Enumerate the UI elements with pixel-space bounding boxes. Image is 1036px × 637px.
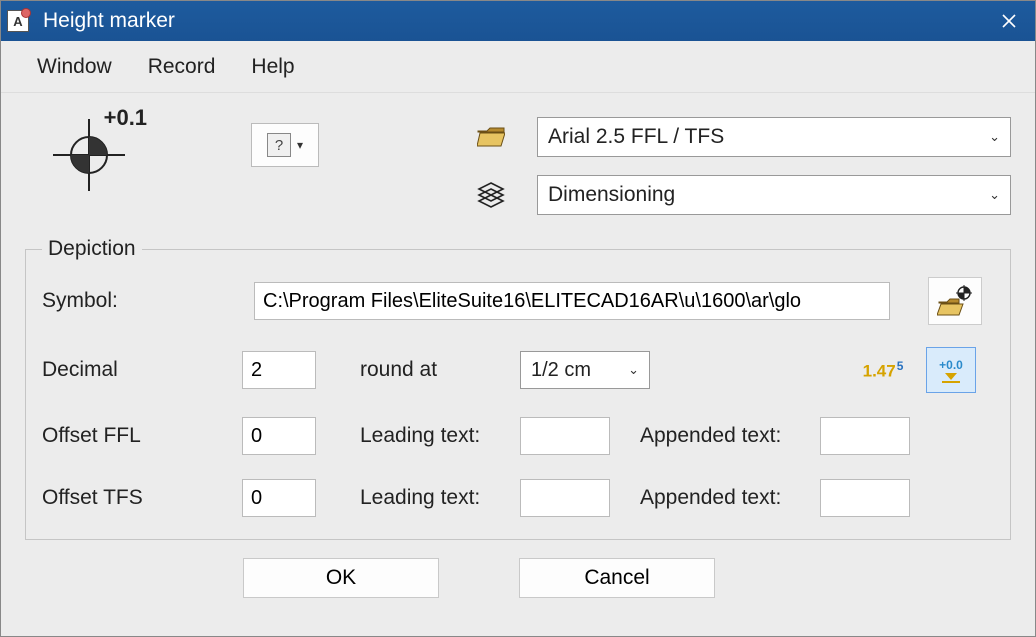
offset-tfs-label: Offset TFS [42, 486, 242, 510]
leading-tfs-input[interactable] [520, 479, 610, 517]
round-at-value: 1/2 cm [531, 359, 591, 382]
menu-help[interactable]: Help [233, 49, 312, 85]
symbol-label: Symbol: [42, 289, 242, 313]
chevron-down-icon: ▾ [297, 138, 303, 152]
layer-select-value: Dimensioning [548, 183, 675, 207]
menu-window[interactable]: Window [19, 49, 130, 85]
depiction-group: Depiction Symbol: Decimal [25, 237, 1011, 540]
font-select[interactable]: Arial 2.5 FFL / TFS ⌄ [537, 117, 1011, 157]
font-select-value: Arial 2.5 FFL / TFS [548, 125, 724, 149]
zero-reference-button[interactable]: +0.0 [926, 347, 976, 393]
offset-ffl-input[interactable] [242, 417, 316, 455]
titlebar: A Height marker [1, 1, 1035, 41]
offset-tfs-input[interactable] [242, 479, 316, 517]
close-button[interactable] [983, 1, 1035, 41]
chevron-down-icon: ⌄ [989, 129, 1000, 145]
chevron-down-icon: ⌄ [989, 187, 1000, 203]
menu-record[interactable]: Record [130, 49, 234, 85]
depiction-legend: Depiction [42, 237, 142, 261]
chevron-down-icon: ⌄ [628, 362, 639, 378]
round-at-select[interactable]: 1/2 cm ⌄ [520, 351, 650, 389]
folder-target-icon [937, 285, 973, 317]
precision-value: 1.47 [863, 361, 896, 380]
browse-symbol-button[interactable] [928, 277, 982, 325]
height-marker-graphic-label: +0.1 [104, 105, 147, 131]
window-title: Height marker [43, 9, 175, 33]
appended-ffl-label: Appended text: [640, 424, 820, 448]
close-icon [1002, 14, 1016, 28]
appended-ffl-input[interactable] [820, 417, 910, 455]
layers-icon [476, 180, 506, 210]
dialog-body: +0.1 ? ▾ Arial [1, 93, 1035, 636]
symbol-path-input[interactable] [254, 282, 890, 320]
precision-sup: 5 [897, 359, 904, 373]
decimal-label: Decimal [42, 358, 242, 382]
zero-reference-label: +0.0 [939, 358, 963, 372]
height-marker-graphic: +0.1 [25, 105, 153, 205]
leading-ffl-label: Leading text: [360, 424, 520, 448]
leading-ffl-input[interactable] [520, 417, 610, 455]
round-at-label: round at [360, 358, 520, 382]
layer-select[interactable]: Dimensioning ⌄ [537, 175, 1011, 215]
ok-button[interactable]: OK [243, 558, 439, 598]
cancel-button[interactable]: Cancel [519, 558, 715, 598]
baseline-icon [942, 381, 960, 383]
appended-tfs-label: Appended text: [640, 486, 820, 510]
question-icon: ? [267, 133, 291, 157]
menubar: Window Record Help [1, 41, 1035, 93]
app-icon: A [7, 10, 29, 32]
appended-tfs-input[interactable] [820, 479, 910, 517]
symbol-picker-button[interactable]: ? ▾ [251, 123, 319, 167]
folder-icon [477, 127, 505, 147]
down-triangle-icon [945, 373, 957, 380]
offset-ffl-label: Offset FFL [42, 424, 242, 448]
precision-display-button[interactable]: 1.475 [858, 347, 908, 393]
leading-tfs-label: Leading text: [360, 486, 520, 510]
decimal-input[interactable] [242, 351, 316, 389]
